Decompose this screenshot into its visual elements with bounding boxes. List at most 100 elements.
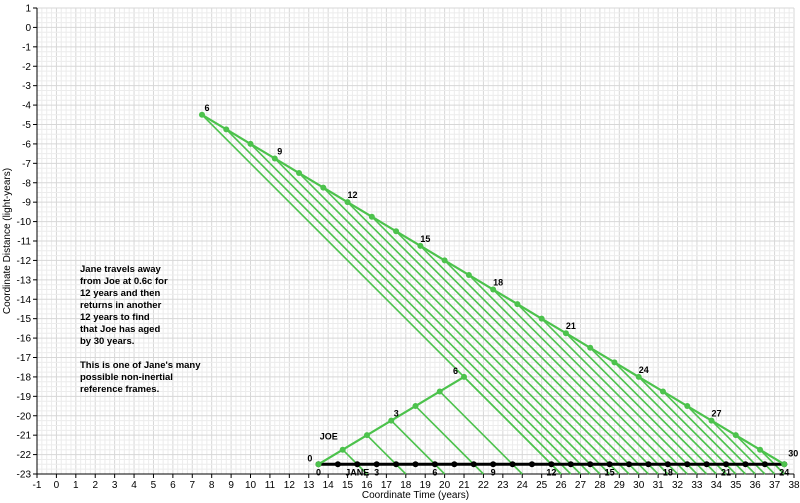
series-point: [567, 461, 574, 468]
series-point: [509, 461, 516, 468]
x-tick-label: 13: [303, 480, 315, 491]
y-tick-label: -3: [22, 81, 31, 92]
x-tick-label: 36: [750, 480, 762, 491]
series-point: [296, 170, 303, 177]
point-label: 0: [307, 453, 312, 463]
x-tick-label: 6: [170, 480, 176, 491]
point-label: 18: [493, 278, 503, 288]
x-tick-label: 2: [92, 480, 98, 491]
x-tick-label: 11: [265, 480, 276, 491]
y-tick-label: -21: [17, 431, 32, 442]
x-tick-label: 38: [788, 480, 800, 491]
y-tick-label: -17: [17, 353, 32, 364]
x-tick-label: 1: [73, 480, 79, 491]
series-point: [626, 461, 633, 468]
series-point: [461, 373, 468, 380]
note-line: reference frames.: [80, 384, 160, 395]
y-tick-label: -19: [17, 392, 32, 403]
y-tick-label: -13: [17, 275, 32, 286]
point-label: JOE: [320, 432, 338, 442]
series-point: [514, 301, 521, 308]
point-label: 0: [316, 467, 321, 477]
series-point: [334, 461, 341, 468]
note-line: 12 years to find: [80, 312, 150, 323]
note-line: This is one of Jane's many: [80, 360, 201, 371]
series-point: [684, 403, 691, 410]
y-tick-label: -1: [22, 42, 31, 53]
y-tick-label: -9: [22, 198, 31, 209]
x-tick-label: 28: [594, 480, 606, 491]
y-tick-label: -16: [17, 334, 32, 345]
explanation-note: Jane travels away from Joe at 0.6c for 1…: [80, 264, 201, 396]
x-tick-label: 3: [112, 480, 118, 491]
series-point: [538, 315, 545, 322]
note-line: possible non-inertial: [80, 372, 173, 383]
y-tick-label: 1: [25, 4, 31, 15]
x-tick-label: -1: [33, 480, 42, 491]
series-point: [320, 184, 327, 191]
series-point: [587, 461, 594, 468]
point-label: 3: [394, 409, 399, 419]
x-tick-label: 5: [151, 480, 157, 491]
point-label: 15: [420, 234, 430, 244]
x-tick-label: 0: [54, 480, 60, 491]
y-axis-title: Coordinate Distance (light-years): [2, 168, 13, 314]
x-tick-label: 37: [769, 480, 781, 491]
point-label: 24: [779, 467, 789, 477]
x-tick-label: 23: [497, 480, 509, 491]
series-point: [393, 461, 400, 468]
y-tick-label: -10: [17, 217, 32, 228]
y-tick-label: -22: [17, 450, 32, 461]
x-tick-label: 9: [228, 480, 234, 491]
x-tick-label: 14: [323, 480, 335, 491]
y-tick-label: -11: [17, 237, 31, 248]
point-label: 6: [453, 366, 458, 376]
point-label: 12: [348, 190, 358, 200]
series-point: [393, 228, 400, 235]
point-label: 27: [711, 409, 721, 419]
series-point: [223, 126, 230, 133]
point-label: 9: [277, 146, 282, 156]
x-tick-label: 26: [556, 480, 568, 491]
y-tick-label: -15: [17, 314, 32, 325]
series-point: [761, 461, 768, 468]
x-tick-label: 15: [342, 480, 354, 491]
x-tick-label: 24: [517, 480, 529, 491]
x-tick-label: 10: [245, 480, 257, 491]
y-tick-label: -18: [17, 372, 32, 383]
y-tick-label: -7: [22, 159, 31, 170]
x-tick-label: 31: [653, 480, 665, 491]
series-point: [339, 446, 346, 453]
note-line: by 30 years.: [80, 336, 135, 347]
series-point: [645, 461, 652, 468]
series-point: [436, 388, 443, 395]
point-label: 15: [605, 467, 615, 477]
series-point: [659, 388, 666, 395]
note-line: 12 years and then: [80, 288, 161, 299]
y-tick-label: -2: [22, 62, 31, 73]
note-line: Jane travels away: [80, 264, 161, 275]
series-point: [587, 344, 594, 351]
note-line: that Joe has aged: [80, 324, 161, 335]
point-label: 18: [663, 467, 673, 477]
point-label: 12: [546, 467, 556, 477]
note-line: from Joe at 0.6c for: [80, 276, 168, 287]
y-tick-label: -14: [17, 295, 32, 306]
x-tick-label: 33: [691, 480, 703, 491]
x-tick-label: 32: [672, 480, 684, 491]
x-tick-label: 27: [575, 480, 587, 491]
series-point: [684, 461, 691, 468]
point-label: 6: [204, 103, 209, 113]
series-point: [363, 432, 370, 439]
x-tick-label: 4: [131, 480, 137, 491]
series-point: [412, 461, 419, 468]
point-label: 6: [432, 467, 437, 477]
y-tick-label: -20: [17, 411, 32, 422]
x-tick-label: 30: [633, 480, 645, 491]
point-label: 9: [491, 467, 496, 477]
x-tick-label: 25: [536, 480, 548, 491]
point-label: 24: [639, 365, 649, 375]
series-point: [451, 461, 458, 468]
x-tick-label: 22: [478, 480, 490, 491]
y-tick-label: -5: [22, 120, 31, 131]
